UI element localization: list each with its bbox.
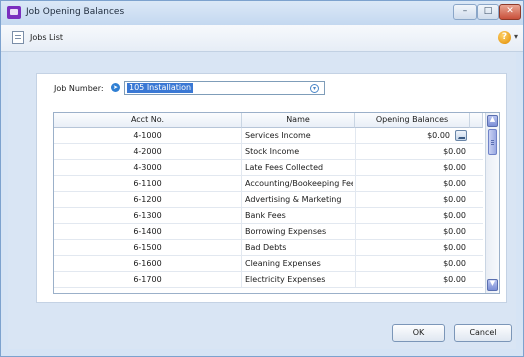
acct-no-cell: 4-2000 xyxy=(54,144,242,159)
scroll-down-button[interactable]: ▼ xyxy=(487,279,498,291)
table-row[interactable]: 6-1500 Bad Debts $0.00 xyxy=(54,240,483,256)
job-arrow-icon[interactable]: ➤ xyxy=(111,83,120,92)
opening-balance-cell[interactable]: $0.00 xyxy=(355,256,468,271)
maximize-button[interactable]: □ xyxy=(477,4,499,20)
table-row[interactable]: 6-1200 Advertising & Marketing $0.00 xyxy=(54,192,483,208)
grid-vertical-scrollbar[interactable]: ▲ ▼ xyxy=(485,113,499,293)
account-name-cell: Cleaning Expenses xyxy=(245,259,321,268)
scroll-down-icon: ▼ xyxy=(489,279,496,287)
minimize-button[interactable]: – xyxy=(453,4,477,20)
cancel-button[interactable]: Cancel xyxy=(454,324,512,342)
column-header-spacer xyxy=(470,113,483,128)
account-name-cell: Borrowing Expenses xyxy=(245,227,327,236)
job-number-field[interactable]: 105 Installation ▾ xyxy=(124,81,325,95)
table-row[interactable]: 6-1100 Accounting/Bookeeping Fees $0.00 xyxy=(54,176,483,192)
table-row[interactable]: 4-1000 Services Income $0.00 xyxy=(54,128,483,144)
scroll-up-icon: ▲ xyxy=(489,115,496,123)
opening-balance-cell[interactable]: $0.00 xyxy=(355,272,468,287)
account-name-cell: Advertising & Marketing xyxy=(245,195,342,204)
help-icon[interactable]: ? xyxy=(498,31,511,44)
job-opening-balances-window: Job Opening Balances – □ ✕ Jobs List ? ▾… xyxy=(0,0,524,357)
account-name-cell: Stock Income xyxy=(245,147,300,156)
minimize-icon: – xyxy=(462,6,468,16)
opening-balance-cell[interactable]: $0.00 xyxy=(355,176,468,191)
acct-no-cell: 6-1100 xyxy=(54,176,242,191)
job-number-value[interactable]: 105 Installation xyxy=(127,83,194,93)
job-search-icon[interactable]: ▾ xyxy=(310,84,319,93)
acct-no-cell: 4-3000 xyxy=(54,160,242,175)
opening-balance-cell[interactable]: $0.00 xyxy=(355,128,468,143)
maximize-icon: □ xyxy=(483,6,493,16)
column-header-opening-balances[interactable]: Opening Balances xyxy=(355,113,470,128)
account-name-cell: Electricity Expenses xyxy=(245,275,326,284)
acct-no-cell: 6-1200 xyxy=(54,192,242,207)
account-name-cell: Bad Debts xyxy=(245,243,287,252)
opening-balance-cell[interactable]: $0.00 xyxy=(355,160,468,175)
acct-no-cell: 6-1700 xyxy=(54,272,242,287)
acct-no-cell: 6-1600 xyxy=(54,256,242,271)
acct-no-cell: 6-1500 xyxy=(54,240,242,255)
toolbar: Jobs List ? ▾ xyxy=(1,25,523,52)
ok-button[interactable]: OK xyxy=(392,324,445,342)
close-icon: ✕ xyxy=(506,6,514,16)
table-row[interactable]: 6-1700 Electricity Expenses $0.00 xyxy=(54,272,483,288)
column-header-acct-no[interactable]: Acct No. xyxy=(54,113,242,128)
column-header-name[interactable]: Name xyxy=(242,113,355,128)
jobs-list-link[interactable]: Jobs List xyxy=(30,33,63,42)
account-name-cell: Accounting/Bookeeping Fees xyxy=(245,179,353,188)
title-bar: Job Opening Balances – □ ✕ xyxy=(1,1,523,25)
app-icon xyxy=(7,6,21,19)
jobs-list-icon[interactable] xyxy=(12,31,24,44)
close-button[interactable]: ✕ xyxy=(499,4,521,20)
table-row[interactable]: 6-1400 Borrowing Expenses $0.00 xyxy=(54,224,483,240)
job-number-label: Job Number: xyxy=(54,84,104,93)
acct-no-cell: 4-1000 xyxy=(54,128,242,143)
opening-balance-cell[interactable]: $0.00 xyxy=(355,240,468,255)
account-name-cell: Services Income xyxy=(245,131,311,140)
account-name-cell: Late Fees Collected xyxy=(245,163,324,172)
calculator-icon[interactable] xyxy=(455,130,467,141)
table-row[interactable]: 6-1600 Cleaning Expenses $0.00 xyxy=(54,256,483,272)
opening-balance-cell[interactable]: $0.00 xyxy=(355,208,468,223)
account-name-cell: Bank Fees xyxy=(245,211,286,220)
scroll-thumb[interactable] xyxy=(488,129,497,155)
table-row[interactable]: 4-3000 Late Fees Collected $0.00 xyxy=(54,160,483,176)
table-row[interactable]: 6-1300 Bank Fees $0.00 xyxy=(54,208,483,224)
opening-balance-cell[interactable]: $0.00 xyxy=(355,144,468,159)
opening-balance-cell[interactable]: $0.00 xyxy=(355,192,468,207)
opening-balance-cell[interactable]: $0.00 xyxy=(355,224,468,239)
acct-no-cell: 6-1300 xyxy=(54,208,242,223)
scroll-up-button[interactable]: ▲ xyxy=(487,115,498,127)
opening-balances-grid: Acct No. Name Opening Balances 4-1000 Se… xyxy=(53,112,500,294)
help-dropdown-icon[interactable]: ▾ xyxy=(514,32,518,41)
table-row[interactable]: 4-2000 Stock Income $0.00 xyxy=(54,144,483,160)
window-title: Job Opening Balances xyxy=(26,7,125,17)
acct-no-cell: 6-1400 xyxy=(54,224,242,239)
